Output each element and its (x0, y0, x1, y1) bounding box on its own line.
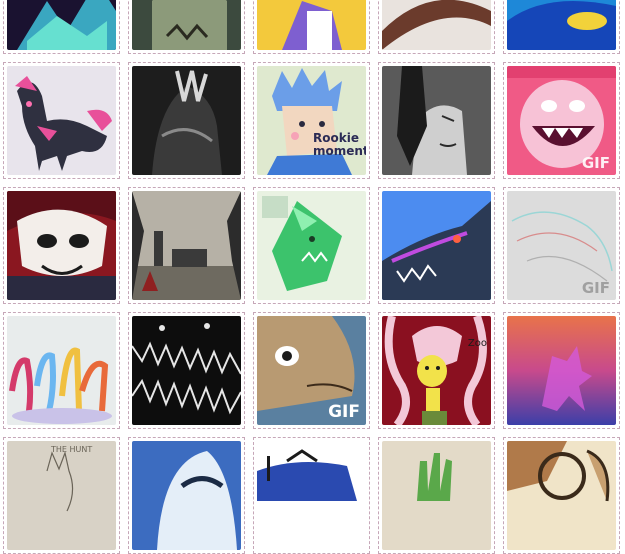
thumbnail[interactable]: Zoo (382, 316, 491, 425)
thumbnail[interactable] (257, 0, 366, 50)
gif-badge: GIF (328, 402, 360, 422)
gallery-item[interactable]: Zoo (378, 312, 495, 429)
thumbnail[interactable] (382, 191, 491, 300)
gallery-item[interactable] (128, 312, 245, 429)
gallery-item[interactable] (253, 187, 370, 304)
thumbnail[interactable] (132, 0, 241, 50)
thumbnail[interactable] (507, 441, 616, 550)
gallery-item[interactable] (378, 62, 495, 179)
gallery-item[interactable] (253, 0, 370, 54)
gallery-item[interactable]: GIF (253, 312, 370, 429)
thumbnail[interactable] (382, 441, 491, 550)
gallery-item[interactable]: THE HUNT (3, 437, 120, 554)
gallery-item[interactable] (128, 0, 245, 54)
gallery-item[interactable] (128, 437, 245, 554)
gallery-item[interactable] (128, 187, 245, 304)
gallery-item[interactable] (3, 0, 120, 54)
gif-badge: GIF (581, 279, 610, 297)
gallery-item[interactable] (503, 0, 620, 54)
thumbnail[interactable] (132, 191, 241, 300)
thumbnail[interactable] (382, 0, 491, 50)
gif-badge: GIF (581, 154, 610, 172)
thumbnail[interactable]: THE HUNT (7, 441, 116, 550)
caption-text: THE HUNT (51, 445, 93, 454)
gallery-item[interactable]: Rookie moment. (253, 62, 370, 179)
gallery-item[interactable]: GIF (503, 62, 620, 179)
thumbnail[interactable] (132, 316, 241, 425)
thumbnail[interactable]: GIF (507, 191, 616, 300)
gallery-item[interactable] (3, 62, 120, 179)
thumbnail[interactable] (257, 441, 366, 550)
gallery-item[interactable] (378, 0, 495, 54)
gallery-item[interactable] (3, 312, 120, 429)
thumbnail[interactable] (132, 66, 241, 175)
gallery-item[interactable]: GIF (503, 187, 620, 304)
thumbnail[interactable]: Rookie moment. (257, 66, 366, 175)
gallery-item[interactable] (378, 187, 495, 304)
gallery-item[interactable] (503, 312, 620, 429)
gallery-item[interactable] (503, 437, 620, 554)
gallery-item[interactable] (3, 187, 120, 304)
thumbnail[interactable] (257, 191, 366, 300)
thumbnail[interactable] (132, 441, 241, 550)
caption-text: Rookie moment. (313, 131, 366, 158)
thumbnail[interactable]: GIF (507, 66, 616, 175)
thumbnail[interactable] (382, 66, 491, 175)
thumbnail[interactable] (507, 316, 616, 425)
thumbnail[interactable] (7, 191, 116, 300)
gallery-item[interactable] (128, 62, 245, 179)
gallery-item[interactable] (378, 437, 495, 554)
thumbnail[interactable] (7, 66, 116, 175)
gallery-item[interactable] (253, 437, 370, 554)
caption-text: Zoo (467, 338, 487, 349)
thumbnail[interactable]: GIF (257, 316, 366, 425)
thumbnail[interactable] (7, 0, 116, 50)
thumbnail[interactable] (7, 316, 116, 425)
thumbnail[interactable] (507, 0, 616, 50)
